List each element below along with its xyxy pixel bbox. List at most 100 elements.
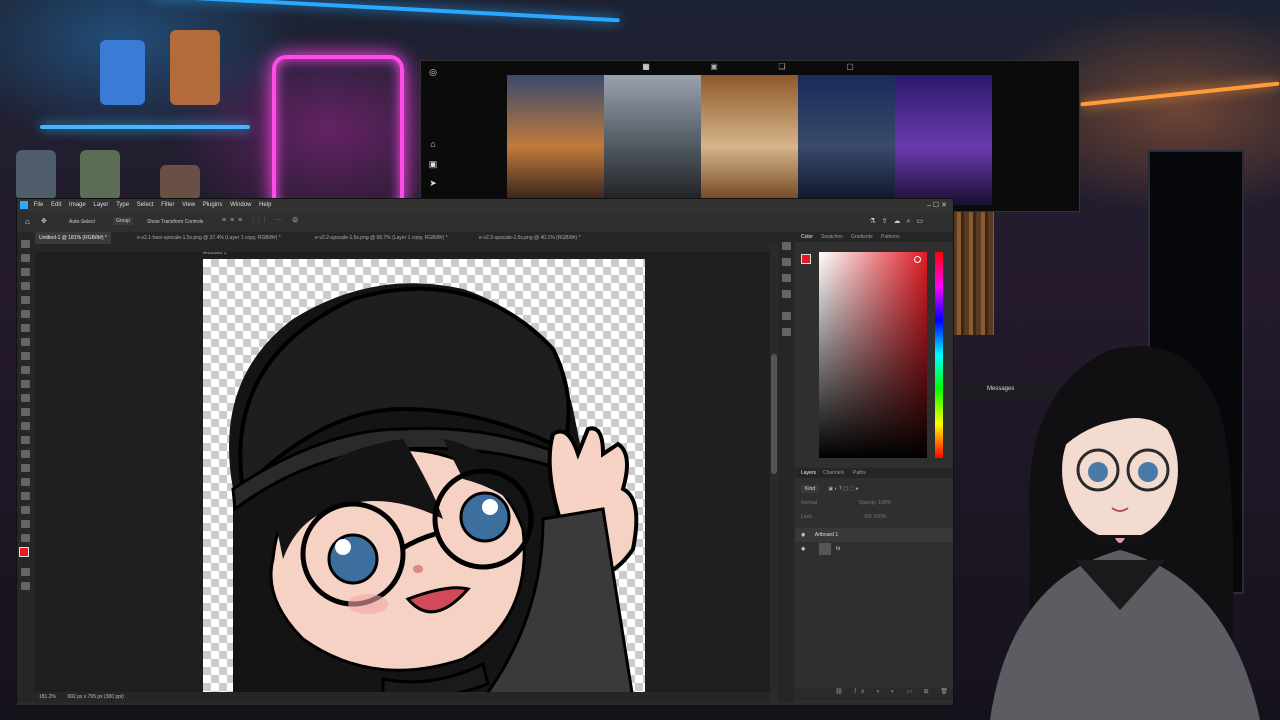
type-tool-icon[interactable] — [21, 464, 30, 472]
transform-controls-checkbox[interactable]: Show Transform Controls — [147, 219, 203, 225]
layers-panel-tabs: Layers Channels Paths — [795, 468, 953, 478]
menu-help[interactable]: Help — [259, 199, 271, 212]
menu-image[interactable]: Image — [69, 199, 86, 212]
stamp-tool-icon[interactable] — [21, 366, 30, 374]
tab-paths[interactable]: Paths — [853, 468, 866, 478]
path-select-icon[interactable] — [21, 478, 30, 486]
window-controls[interactable]: – ☐ ✕ — [927, 199, 947, 212]
tagged-icon[interactable]: ▢ — [845, 62, 855, 72]
align-icons[interactable]: ≡≡≡ ⫶⫶⫶ ⋯ ⚙ — [222, 217, 302, 225]
tab-color[interactable]: Color — [801, 232, 813, 242]
filter-icons[interactable]: ▣ ◐ T ▢ ⬚ ● — [828, 486, 858, 492]
move-tool-icon[interactable] — [21, 240, 30, 248]
brush-settings-icon[interactable] — [782, 290, 791, 298]
magic-wand-icon[interactable] — [21, 282, 30, 290]
post-thumbnail[interactable] — [604, 75, 701, 205]
menu-window[interactable]: Window — [230, 199, 251, 212]
visibility-eye-icon[interactable]: ◉ — [801, 532, 805, 538]
gradient-tool-icon[interactable] — [21, 408, 30, 416]
color-swatch[interactable] — [801, 254, 811, 264]
scroll-thumb[interactable] — [771, 354, 777, 474]
styles-icon[interactable] — [782, 328, 791, 336]
vertical-scrollbar[interactable] — [770, 244, 778, 692]
visibility-eye-icon[interactable]: ◉ — [801, 546, 805, 552]
bookshelf — [952, 205, 994, 335]
hue-slider[interactable] — [935, 252, 943, 458]
dodge-tool-icon[interactable] — [21, 436, 30, 444]
eraser-tool-icon[interactable] — [21, 394, 30, 402]
menu-filter[interactable]: Filter — [161, 199, 174, 212]
menu-layer[interactable]: Layer — [93, 199, 108, 212]
reels-tab-icon[interactable]: ▣ — [709, 62, 719, 72]
quick-mask-icon[interactable] — [21, 568, 30, 576]
doc-tab[interactable]: e-v2.3-upscale-1.5x.png @ 40.1% (RGB/8#)… — [475, 232, 585, 244]
post-thumbnail[interactable] — [507, 75, 604, 205]
layer-row-artboard[interactable]: ◉ Artboard 1 — [795, 528, 953, 542]
libraries-icon[interactable] — [782, 312, 791, 320]
zoom-tool-icon[interactable] — [21, 520, 30, 528]
menu-edit[interactable]: Edit — [51, 199, 61, 212]
right-panels: Color Swatches Gradients Patterns Layers… — [795, 232, 953, 702]
home-icon[interactable]: ⌂ — [25, 217, 30, 226]
history-brush-icon[interactable] — [21, 380, 30, 388]
post-thumbnail[interactable] — [798, 75, 895, 205]
layer-row[interactable]: ◉ hi — [795, 542, 953, 560]
send-icon[interactable]: ➤ — [428, 178, 438, 188]
history-icon[interactable] — [782, 242, 791, 250]
grid-icon[interactable]: ▦ — [641, 62, 651, 72]
lasso-tool-icon[interactable] — [21, 268, 30, 276]
zoom-level[interactable]: 181.2% — [39, 694, 56, 700]
saved-icon[interactable]: ❏ — [777, 62, 787, 72]
tab-swatches[interactable]: Swatches — [821, 232, 843, 242]
doc-tab[interactable]: e-v2.1-face-upscale-1.5x.png @ 37.4% (La… — [133, 232, 285, 244]
layer-actions[interactable]: ⛓ fx ◑ ◐ ▭ ⊞ 🗑 — [795, 688, 953, 700]
crop-tool-icon[interactable] — [21, 296, 30, 304]
frame-tool-icon[interactable] — [21, 310, 30, 318]
menu-type[interactable]: Type — [116, 199, 129, 212]
foreground-color-swatch[interactable] — [19, 547, 29, 557]
move-tool-icon[interactable]: ✥ — [41, 217, 47, 225]
group-select[interactable]: Group — [113, 217, 133, 225]
eyedropper-icon[interactable] — [21, 324, 30, 332]
properties-icon[interactable] — [782, 258, 791, 266]
vtuber-avatar — [990, 346, 1260, 720]
instagram-window[interactable]: ◎ ⌂ ▣ ➤ ▦ ▣ ❏ ▢ — [420, 60, 1080, 212]
artboard-canvas[interactable] — [203, 259, 645, 692]
canvas-area[interactable]: Artboard 1 — [35, 244, 770, 692]
screen-mode-icon[interactable] — [21, 582, 30, 590]
fill-field[interactable]: Fill: 100% — [864, 514, 886, 520]
color-picker-field[interactable] — [819, 252, 927, 458]
blur-tool-icon[interactable] — [21, 422, 30, 430]
post-thumbnail[interactable] — [895, 75, 992, 205]
pen-tool-icon[interactable] — [21, 450, 30, 458]
menu-file[interactable]: File — [34, 199, 44, 212]
marquee-tool-icon[interactable] — [21, 254, 30, 262]
menu-view[interactable]: View — [182, 199, 195, 212]
post-thumbnail[interactable] — [701, 75, 798, 205]
opacity-field[interactable]: Opacity: 100% — [859, 500, 892, 506]
doc-tab[interactable]: Untitled-1 @ 181% (RGB/8#) * — [35, 232, 111, 244]
healing-brush-icon[interactable] — [21, 338, 30, 346]
tab-channels[interactable]: Channels — [823, 468, 844, 478]
tab-gradients[interactable]: Gradients — [851, 232, 873, 242]
auto-select-checkbox[interactable]: Auto-Select — [69, 219, 95, 225]
menu-select[interactable]: Select — [137, 199, 154, 212]
hand-tool-icon[interactable] — [21, 506, 30, 514]
menu-plugins[interactable]: Plugins — [203, 199, 223, 212]
reels-icon[interactable]: ▣ — [428, 159, 438, 169]
kind-filter[interactable]: Kind — [801, 485, 820, 493]
photoshop-window[interactable]: File Edit Image Layer Type Select Filter… — [16, 198, 954, 706]
more-tools-icon[interactable] — [21, 534, 30, 542]
pixel-figure — [170, 30, 220, 105]
blend-mode[interactable]: Normal — [801, 500, 817, 506]
adjust-icon[interactable] — [782, 274, 791, 282]
instagram-icon[interactable]: ◎ — [428, 67, 438, 77]
share-search-icons[interactable]: ⚗⇪☁⌕▭ — [869, 217, 929, 226]
home-icon[interactable]: ⌂ — [428, 139, 438, 149]
brush-tool-icon[interactable] — [21, 352, 30, 360]
tab-layers[interactable]: Layers — [801, 468, 816, 478]
picker-handle[interactable] — [914, 256, 921, 263]
doc-tab[interactable]: e-v2.2-upscale-1.5x.png @ 68.7% (Layer 1… — [311, 232, 452, 244]
tab-patterns[interactable]: Patterns — [881, 232, 900, 242]
shape-tool-icon[interactable] — [21, 492, 30, 500]
